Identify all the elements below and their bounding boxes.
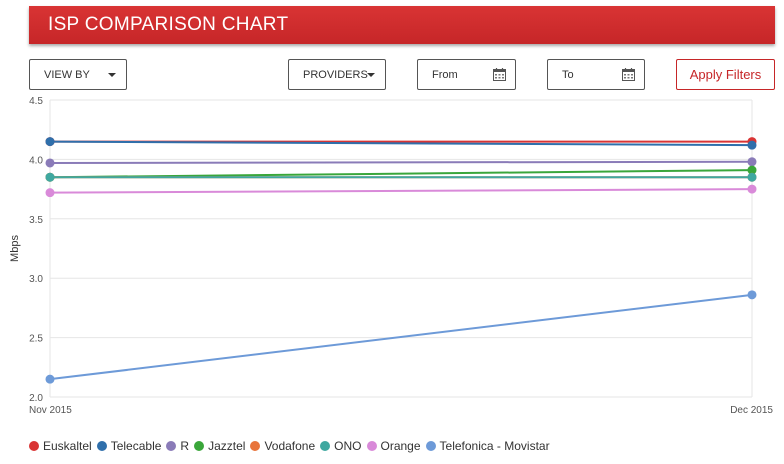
legend-dot-icon [366,441,377,451]
view-by-dropdown[interactable]: VIEW BY [29,59,127,90]
series-line [49,188,753,194]
series-line [49,293,753,381]
data-point [747,157,757,167]
chevron-down-icon [108,73,116,77]
legend-item[interactable]: Jazztel [194,439,245,453]
legend-label: Vodafone [264,439,316,453]
from-placeholder: From [432,68,458,81]
to-placeholder: To [562,68,574,81]
y-tick-label: 4.0 [29,155,43,166]
y-tick-label: 2.5 [29,334,43,345]
legend-dot-icon [320,441,331,451]
page-title: ISP COMPARISON CHART [48,14,289,35]
legend-dot-icon [166,441,177,451]
legend-dot-icon [194,441,205,451]
legend-label: Orange [380,439,421,453]
from-date-input[interactable]: From [417,59,516,90]
legend-item[interactable]: Euskaltel [29,439,92,453]
chart-legend: Euskaltel Telecable R Jazztel Vodafone ONO Ora… [29,439,555,453]
data-point [747,184,757,194]
data-point [747,290,757,300]
y-tick-label: 4.5 [29,96,43,107]
legend-item[interactable]: Telefonica - Movistar [425,439,550,453]
data-point [45,137,55,147]
legend-item[interactable]: R [166,439,189,453]
y-tick-label: 2.0 [29,393,43,404]
chevron-down-icon [367,73,375,77]
legend-label: R [180,439,190,453]
chart-header: ISP COMPARISON CHART [29,6,775,44]
y-axis-label: Mbps [9,235,21,262]
data-point [747,140,757,150]
legend-label: Telefonica - Movistar [439,439,550,453]
legend-label: Euskaltel [43,439,92,453]
y-tick-label: 3.0 [29,274,43,285]
legend-label: ONO [334,439,362,453]
legend-dot-icon [29,441,39,451]
legend-item[interactable]: ONO [320,439,362,453]
legend-label: Telecable [110,439,162,453]
to-date-input[interactable]: To [547,59,645,90]
series-line [49,169,753,179]
line-chart: 2.0 2.5 3.0 3.5 4.0 4.5 Nov 2015 Dec 2015 Mbps [9,96,773,416]
legend-label: Jazztel [208,439,246,453]
x-tick-label: Nov 2015 [29,405,72,416]
providers-label: PROVIDERS [303,68,368,81]
data-point [45,158,55,168]
calendar-icon[interactable] [493,68,506,81]
legend-item[interactable]: Orange [366,439,421,453]
data-point [747,172,757,182]
data-point [45,172,55,182]
legend-item[interactable]: Vodafone [250,439,315,453]
legend-dot-icon [250,441,261,451]
legend-dot-icon [425,441,436,451]
apply-filters-button[interactable]: Apply Filters [676,59,775,90]
legend-item[interactable]: Telecable [96,439,162,453]
data-point [45,188,55,198]
x-tick-label: Dec 2015 [730,405,773,416]
series-line [49,160,753,164]
legend-dot-icon [96,441,107,451]
y-tick-label: 3.5 [29,215,43,226]
calendar-icon[interactable] [622,68,635,81]
providers-dropdown[interactable]: PROVIDERS [288,59,386,90]
view-by-label: VIEW BY [44,68,90,81]
data-point [45,374,55,384]
